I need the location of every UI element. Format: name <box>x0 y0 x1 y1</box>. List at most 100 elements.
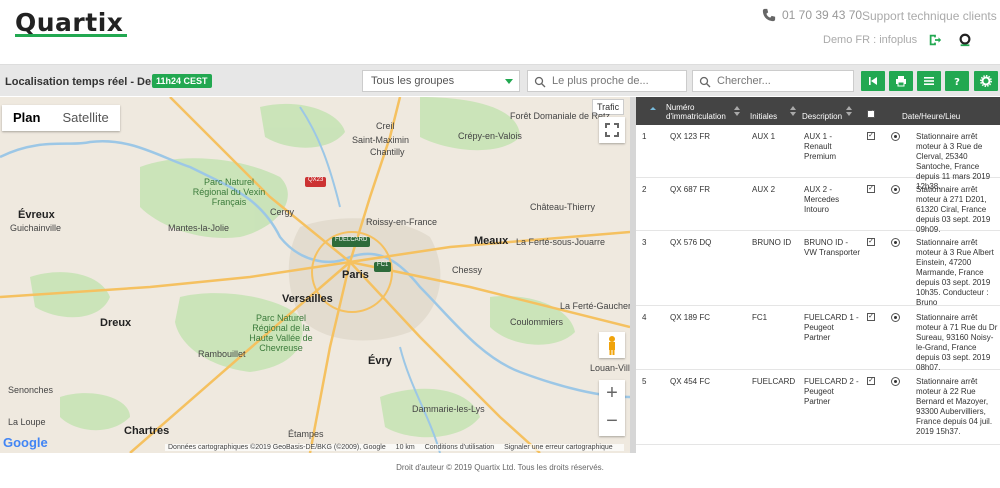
map-label-evreux: Évreux <box>18 209 55 221</box>
help-button[interactable]: ? <box>945 71 969 91</box>
header-initials[interactable]: Initiales <box>750 112 777 121</box>
map-label-evry: Évry <box>368 355 392 367</box>
row-location: Stationnaire arrêt moteur à 271 D201, 61… <box>916 185 991 234</box>
row-description: AUX 2 - Mercedes Intouro <box>804 185 840 214</box>
map-label-versailles: Versailles <box>282 293 333 305</box>
vehicle-marker[interactable]: QX23 <box>305 177 327 187</box>
time-badge: 11h24 CEST <box>152 74 212 88</box>
logout-icon[interactable] <box>928 33 942 47</box>
header-datetime[interactable]: Date/Heure/Lieu <box>902 112 960 121</box>
google-logo: Google <box>3 435 48 450</box>
fullscreen-icon <box>605 123 619 137</box>
row-description: FUELCARD 1 - Peugeot Partner <box>804 313 859 342</box>
list-button[interactable] <box>917 71 941 91</box>
row-initials: FC1 <box>752 313 768 322</box>
header-plate[interactable]: Numéro d'immatriculation <box>666 103 732 121</box>
row-checkbox[interactable]: ✓ <box>867 238 875 246</box>
row-location: Stationnaire arrêt moteur à 3 Rue Albert… <box>916 238 994 307</box>
row-plate: QX 687 FR <box>670 185 711 194</box>
header-description[interactable]: Description <box>802 112 842 121</box>
row-number: 2 <box>642 185 647 194</box>
map-label-dammarie: Dammarie-les-Lys <box>412 404 485 414</box>
help-icon: ? <box>954 77 960 87</box>
zoom-out-button[interactable]: − <box>599 408 625 436</box>
map-label-chartres: Chartres <box>124 425 170 437</box>
map-label-foret-retz: Forêt Domaniale de Retz <box>510 111 611 121</box>
row-radio[interactable] <box>891 238 900 247</box>
map-label-chevreuse: Parc Naturel Régional de la Haute Vallée… <box>249 313 313 353</box>
row-description: AUX 1 - Renault Premium <box>804 132 837 161</box>
table-row[interactable]: 4 QX 189 FC FC1 FUELCARD 1 - Peugeot Par… <box>636 306 1000 372</box>
map-label-paris: Paris <box>342 269 369 281</box>
row-description: BRUNO ID - VW Transporter <box>804 238 861 257</box>
map-label-la-ferte: La Ferté-sous-Jouarre <box>516 237 606 247</box>
table-row[interactable]: 2 QX 687 FR AUX 2 AUX 2 - Mercedes Intou… <box>636 178 1000 234</box>
map-data-credit: Données cartographiques ©2019 GeoBasis-D… <box>168 444 386 451</box>
vehicle-marker[interactable]: FC1 <box>374 262 392 272</box>
map-type-toggle: Plan Satellite <box>2 105 120 131</box>
row-checkbox[interactable]: ✓ <box>867 313 875 321</box>
map-label-mantes: Mantes-la-Jolie <box>168 223 230 233</box>
row-number: 4 <box>642 313 647 322</box>
settings-button[interactable] <box>974 71 998 91</box>
sort-icon[interactable] <box>650 106 656 116</box>
support-link[interactable]: Support technique clients <box>862 9 997 23</box>
sort-icon[interactable] <box>790 106 796 116</box>
map-scale: 10 km <box>395 444 415 451</box>
table-row[interactable]: 3 QX 576 DQ BRUNO ID BRUNO ID - VW Trans… <box>636 231 1000 307</box>
map-label-vexin: Parc Naturel Régional du Vexin Français <box>192 177 266 207</box>
row-radio[interactable] <box>891 185 900 194</box>
map-label-meaux: Meaux <box>474 235 509 247</box>
nearest-search-input[interactable]: Le plus proche de... <box>527 70 687 92</box>
zoom-in-button[interactable]: + <box>599 380 625 408</box>
street-view-button[interactable] <box>599 332 625 358</box>
search-input[interactable]: Chercher... <box>692 70 854 92</box>
step-back-button[interactable] <box>861 71 885 91</box>
print-button[interactable] <box>889 71 913 91</box>
phone-icon <box>762 8 776 22</box>
map-label-la-loupe: La Loupe <box>8 417 46 427</box>
tab-plan[interactable]: Plan <box>2 105 51 131</box>
row-initials: FUELCARD <box>752 377 796 386</box>
row-number: 5 <box>642 377 647 386</box>
print-icon <box>896 76 906 87</box>
map-label-chantilly: Chantilly <box>370 147 405 157</box>
terms-link[interactable]: Conditions d'utilisation <box>425 444 494 451</box>
group-select-value: Tous les groupes <box>371 75 455 87</box>
group-select[interactable]: Tous les groupes <box>362 70 520 92</box>
map-label-senonches: Senonches <box>8 385 54 395</box>
row-checkbox[interactable]: ✓ <box>867 185 875 193</box>
chevron-down-icon <box>505 79 513 84</box>
map-label-guichainville: Guichainville <box>10 223 62 233</box>
select-all-checkbox[interactable]: ✓ <box>867 110 875 118</box>
map-label-louan: Louan-Villeg <box>590 363 630 373</box>
row-radio[interactable] <box>891 377 900 386</box>
row-description: FUELCARD 2 - Peugeot Partner <box>804 377 859 406</box>
table-row[interactable]: 5 QX 454 FC FUELCARD FUELCARD 2 - Peugeo… <box>636 370 1000 445</box>
nearest-placeholder: Le plus proche de... <box>552 75 649 87</box>
row-initials: AUX 2 <box>752 185 776 194</box>
table-row[interactable]: 1 QX 123 FR AUX 1 AUX 1 - Renault Premiu… <box>636 125 1000 191</box>
account-name: Demo FR : infoplus <box>823 34 918 46</box>
fullscreen-button[interactable] <box>599 117 625 143</box>
row-radio[interactable] <box>891 313 900 322</box>
report-error-link[interactable]: Signaler une erreur cartographique <box>504 444 613 451</box>
map-label-rambouillet: Rambouillet <box>198 349 246 359</box>
row-number: 3 <box>642 238 647 247</box>
sort-icon[interactable] <box>846 106 852 116</box>
row-radio[interactable] <box>891 132 900 141</box>
row-checkbox[interactable]: ✓ <box>867 377 875 385</box>
map-view[interactable]: Plan Satellite Trafic Paris Versailles C… <box>0 97 630 453</box>
search-icon <box>699 76 711 88</box>
sort-icon[interactable] <box>734 106 740 116</box>
tab-satellite[interactable]: Satellite <box>51 105 119 131</box>
list-icon <box>924 77 934 85</box>
logo-underline <box>15 34 127 37</box>
quartix-q-icon[interactable] <box>958 33 972 47</box>
row-checkbox[interactable]: ✓ <box>867 132 875 140</box>
quartix-logo[interactable]: Quartix <box>15 8 123 37</box>
vehicle-marker[interactable]: FUELCARD <box>332 237 371 247</box>
map-label-chessy: Chessy <box>452 265 483 275</box>
row-initials: AUX 1 <box>752 132 776 141</box>
map-attribution: Données cartographiques ©2019 GeoBasis-D… <box>165 444 624 451</box>
